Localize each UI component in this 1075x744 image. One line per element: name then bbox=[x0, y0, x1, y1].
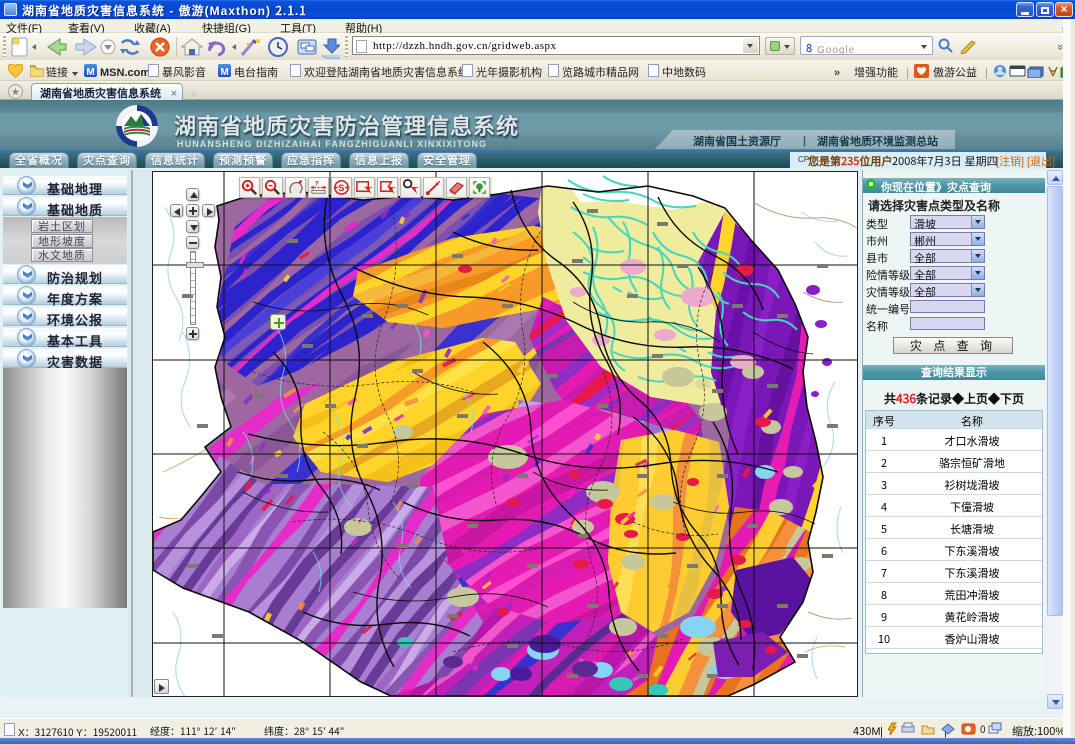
svg-text:S: S bbox=[338, 180, 344, 194]
svg-text:0: 0 bbox=[980, 722, 986, 736]
svg-text:?: ? bbox=[315, 178, 319, 188]
